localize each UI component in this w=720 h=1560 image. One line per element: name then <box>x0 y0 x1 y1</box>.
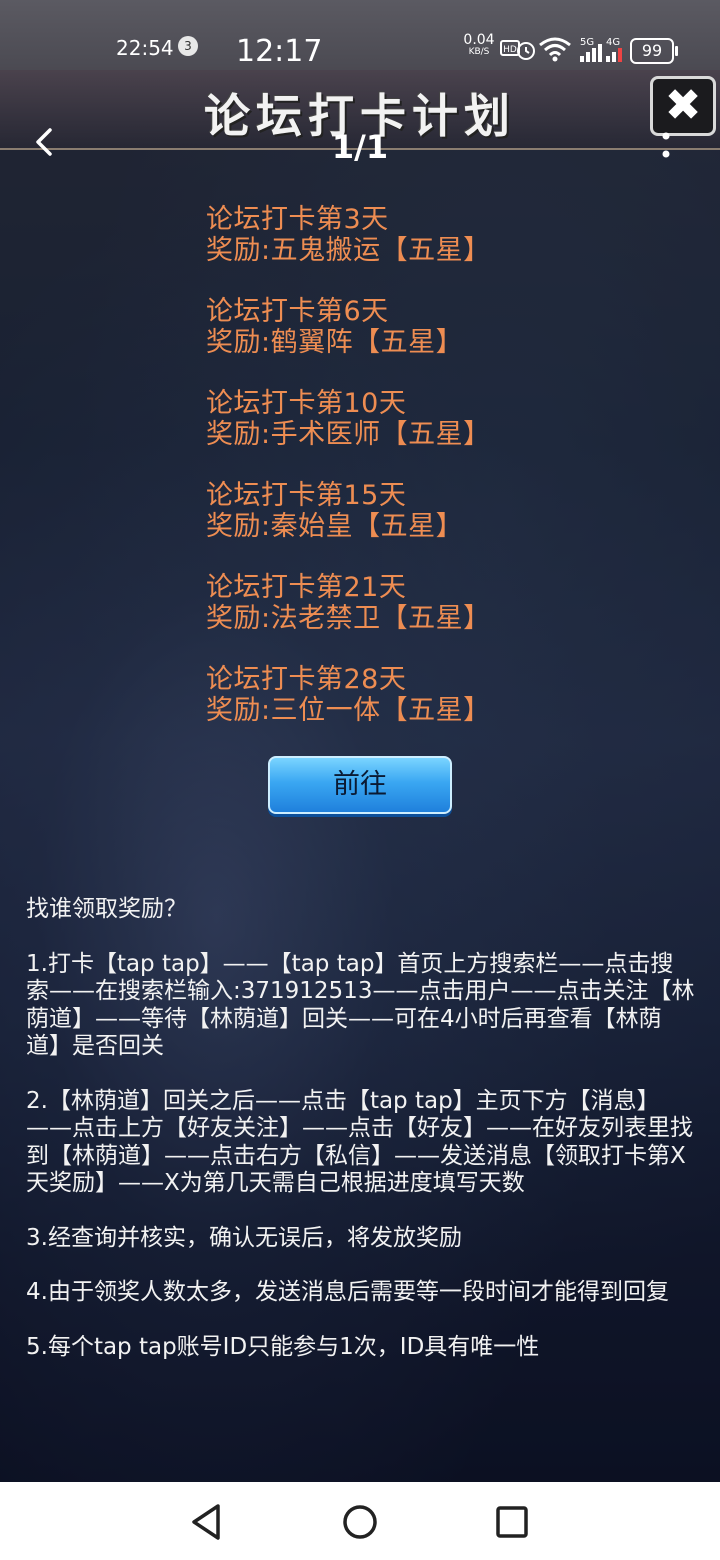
more-vertical-icon[interactable] <box>656 128 676 164</box>
reward-item: 论坛打卡第3天 奖励:五鬼搬运【五星】 <box>206 204 646 266</box>
instruction-step: 2.【林荫道】回关之后——点击【tap tap】主页下方【消息】——点击上方【好… <box>26 1087 693 1197</box>
network-speed: 0.04 KB/S <box>462 32 496 58</box>
page-indicator: 1/1 <box>331 128 389 166</box>
status-time: 12:17 <box>236 34 323 69</box>
reward-prize: 奖励:法老禁卫【五星】 <box>206 603 491 634</box>
close-button[interactable]: ✖ <box>650 76 716 136</box>
reward-day: 论坛打卡第10天 <box>206 388 407 419</box>
status-time-secondary: 22:54 <box>116 36 174 60</box>
status-bar: 22:54 3 12:17 0.04 KB/S HD 5G 4G 99 <box>0 0 720 70</box>
instructions-heading: 找谁领取奖励？ <box>26 896 187 922</box>
reward-prize: 奖励:秦始皇【五星】 <box>206 511 464 542</box>
reward-list: 论坛打卡第3天 奖励:五鬼搬运【五星】 论坛打卡第6天 奖励:鹤翼阵【五星】 论… <box>206 204 646 756</box>
reward-prize: 奖励:三位一体【五星】 <box>206 695 491 726</box>
reward-day: 论坛打卡第6天 <box>206 296 389 327</box>
reward-prize: 奖励:鹤翼阵【五星】 <box>206 327 464 358</box>
reward-item: 论坛打卡第15天 奖励:秦始皇【五星】 <box>206 480 646 542</box>
close-icon: ✖ <box>664 80 702 131</box>
triangle-back-icon[interactable] <box>186 1500 230 1544</box>
instruction-step: 1.打卡【tap tap】——【tap tap】首页上方搜索栏——点击搜索——在… <box>26 950 695 1060</box>
circle-home-icon[interactable] <box>338 1500 382 1544</box>
reward-day: 论坛打卡第28天 <box>206 664 407 695</box>
reward-prize: 奖励:五鬼搬运【五星】 <box>206 235 491 266</box>
notification-count-badge: 3 <box>178 36 198 56</box>
status-icons: 0.04 KB/S HD 5G 4G 99 <box>462 32 682 70</box>
instruction-step: 4.由于领奖人数太多，发送消息后需要等一段时间才能得到回复 <box>26 1279 669 1305</box>
go-button[interactable]: 前往 <box>268 756 452 814</box>
signal-5g-icon: 5G <box>580 37 602 62</box>
reward-item: 论坛打卡第28天 奖励:三位一体【五星】 <box>206 664 646 726</box>
instruction-step: 3.经查询并核实，确认无误后，将发放奖励 <box>26 1224 462 1251</box>
reward-day: 论坛打卡第15天 <box>206 480 407 511</box>
reward-item: 论坛打卡第10天 奖励:手术医师【五星】 <box>206 388 646 450</box>
reward-item: 论坛打卡第6天 奖励:鹤翼阵【五星】 <box>206 296 646 358</box>
reward-prize: 奖励:手术医师【五星】 <box>206 419 491 450</box>
alarm-icon <box>517 42 535 60</box>
reward-day: 论坛打卡第3天 <box>206 204 389 235</box>
reward-item: 论坛打卡第21天 奖励:法老禁卫【五星】 <box>206 572 646 634</box>
battery-indicator: 99 <box>630 38 678 64</box>
network-speed-value: 0.04 <box>463 32 495 48</box>
navigation-bar <box>0 1482 720 1560</box>
signal-4g-icon: 4G <box>606 37 622 62</box>
wifi-icon <box>539 37 571 62</box>
reward-day: 论坛打卡第21天 <box>206 572 407 603</box>
square-recents-icon[interactable] <box>490 1500 534 1544</box>
svg-text:4G: 4G <box>606 37 620 48</box>
instruction-step: 5.每个tap tap账号ID只能参与1次，ID具有唯一性 <box>26 1333 540 1360</box>
instructions: 找谁领取奖励？ 1.打卡【tap tap】——【tap tap】首页上方搜索栏—… <box>26 896 696 1388</box>
svg-text:5G: 5G <box>580 37 594 48</box>
